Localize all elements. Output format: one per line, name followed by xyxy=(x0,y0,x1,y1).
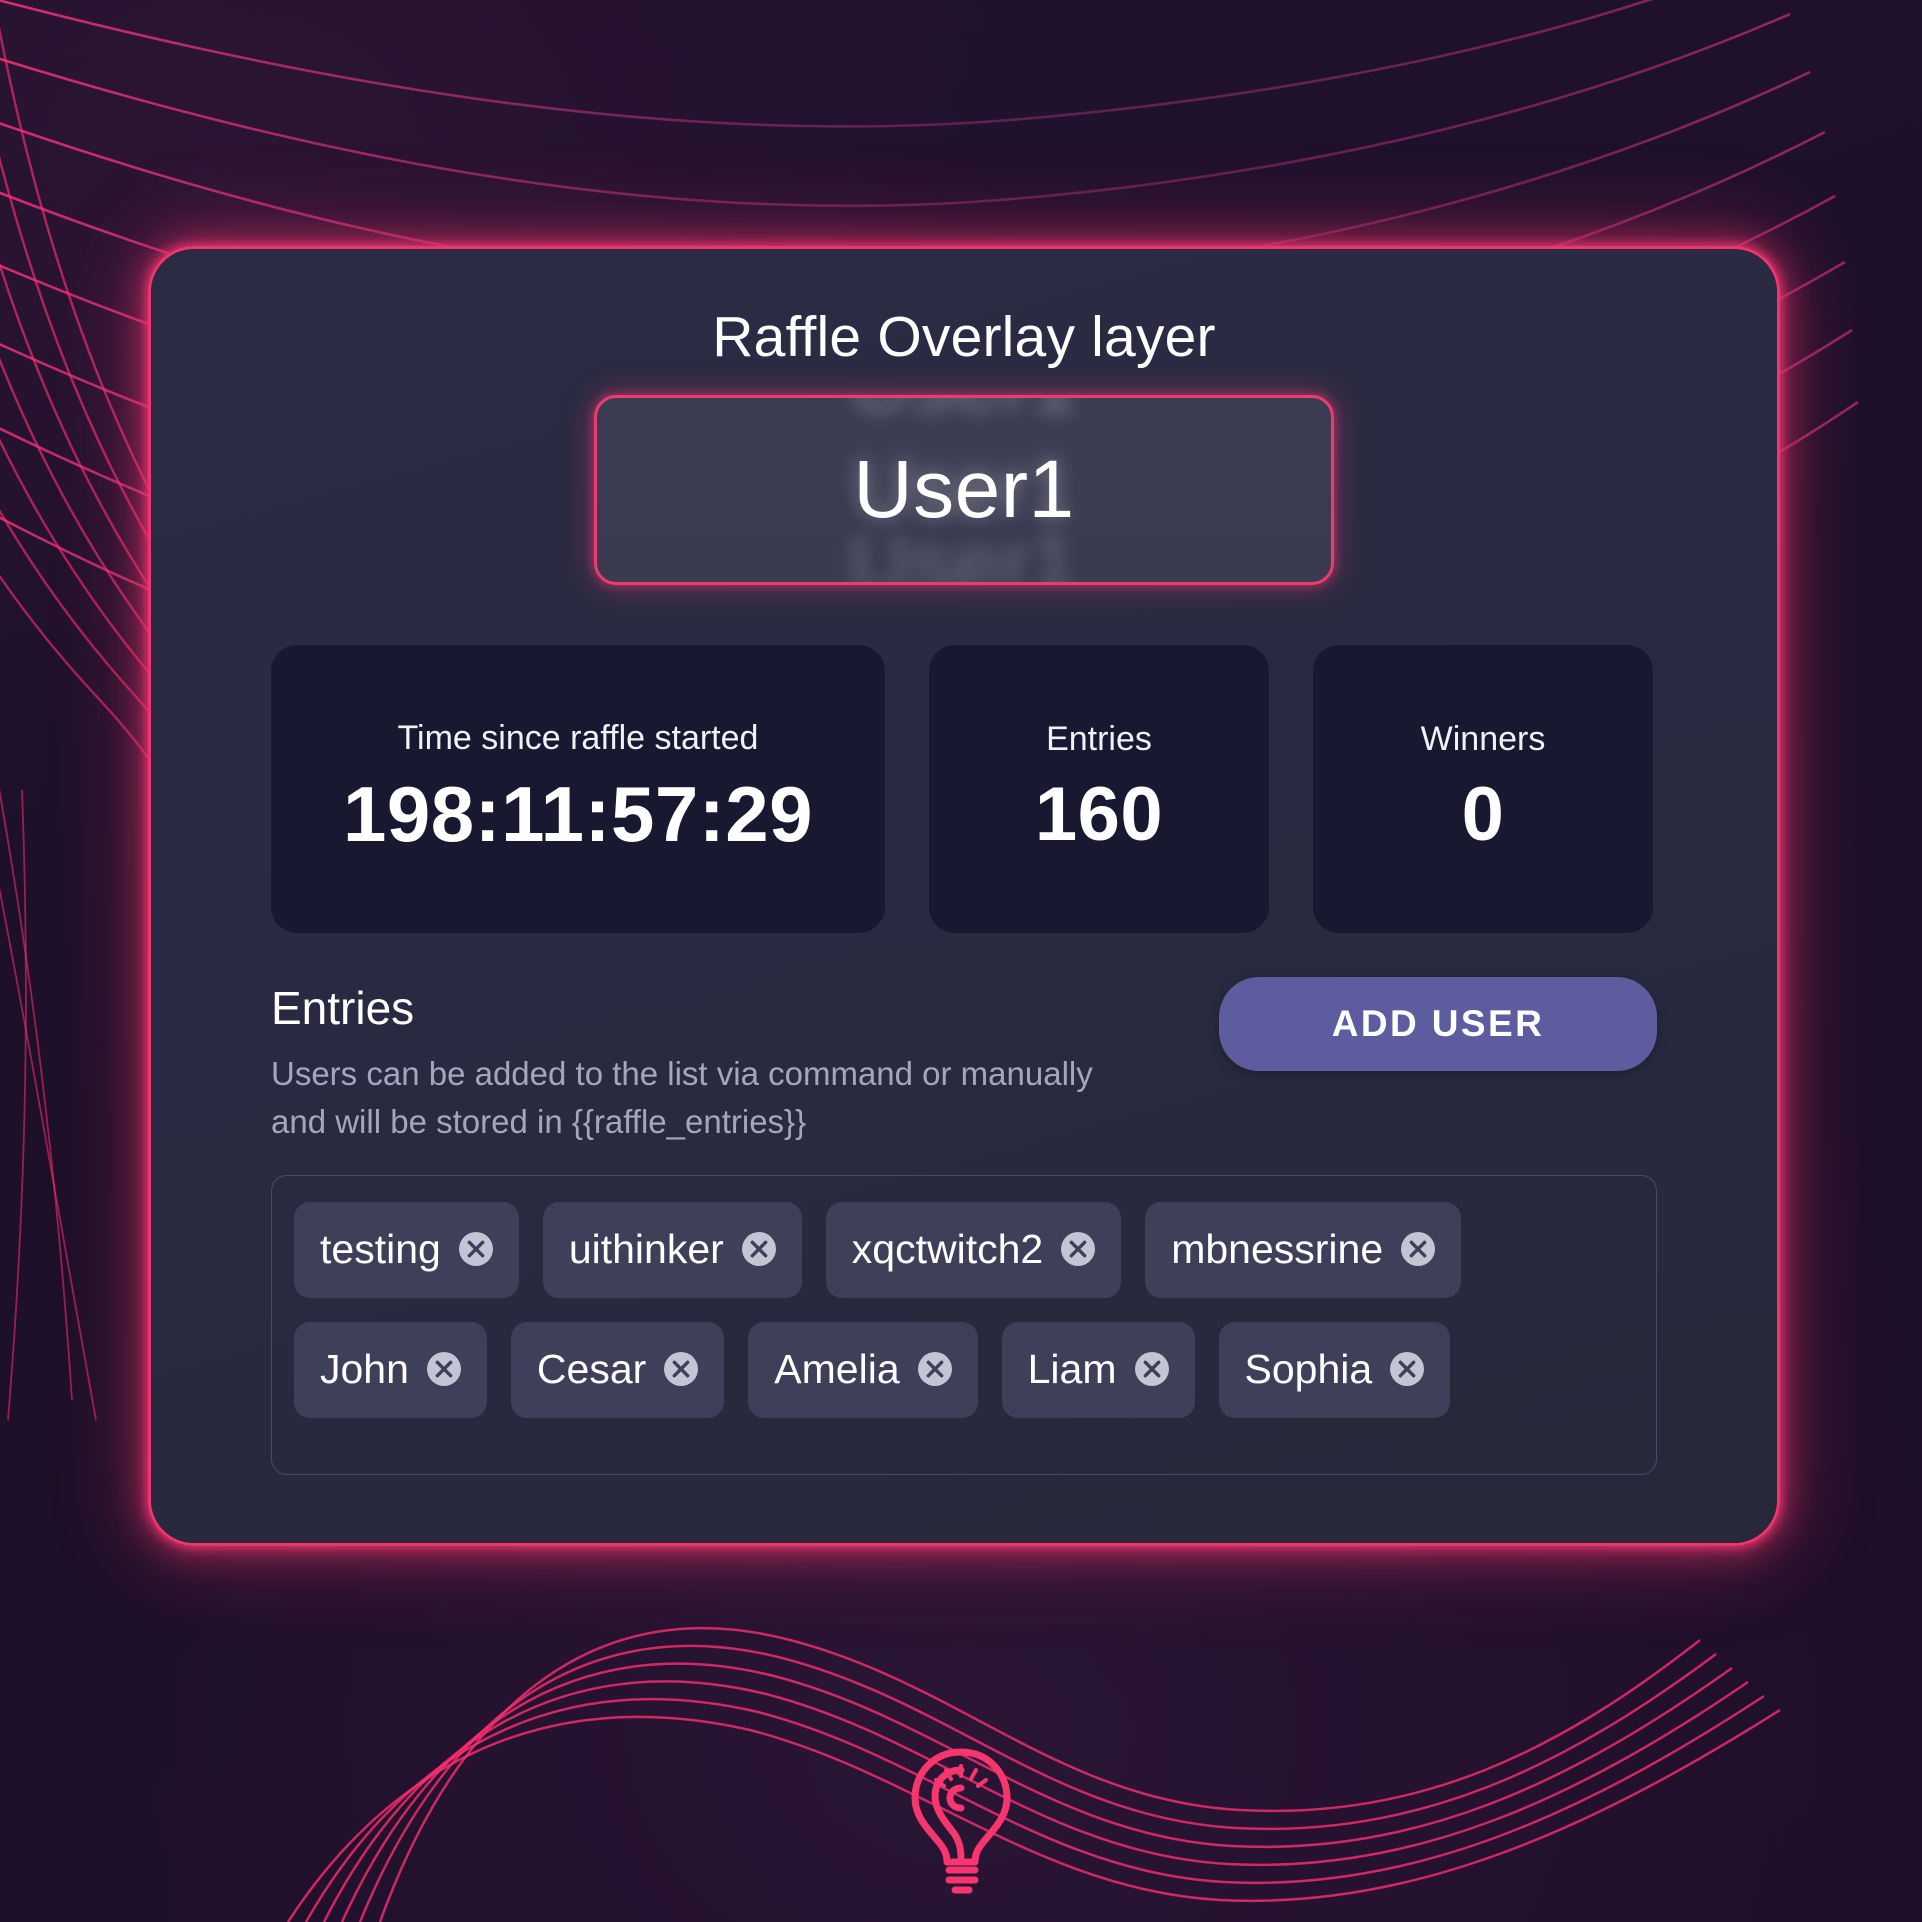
close-circle-icon[interactable] xyxy=(1390,1352,1425,1387)
close-circle-icon[interactable] xyxy=(1401,1232,1436,1267)
entry-chip[interactable]: Cesar xyxy=(510,1322,725,1419)
entry-chip-label: uithinker xyxy=(568,1225,724,1272)
entry-chip-label: mbnessrine xyxy=(1171,1225,1384,1272)
add-user-button[interactable]: ADD USER xyxy=(1219,976,1657,1071)
entry-chip-label: Sophia xyxy=(1244,1345,1373,1392)
lightbulb-icon xyxy=(903,1748,1019,1898)
entry-chip-label: Liam xyxy=(1027,1345,1117,1392)
chip-row-1: testing uithinker xqctwitch2 mbnessrine xyxy=(294,1202,1634,1299)
raffle-overlay-card: Raffle Overlay layer User1 User1 User1 U… xyxy=(148,246,1780,1546)
entries-chip-list: testing uithinker xqctwitch2 mbnessrine … xyxy=(271,1175,1657,1476)
close-circle-icon[interactable] xyxy=(1061,1232,1096,1267)
stat-label: Entries xyxy=(1046,720,1152,759)
stat-card-winners: Winners 0 xyxy=(1313,644,1653,933)
entry-chip-label: Amelia xyxy=(774,1345,900,1392)
entry-chip[interactable]: John xyxy=(294,1322,487,1419)
stat-label: Winners xyxy=(1420,720,1546,759)
close-circle-icon[interactable] xyxy=(426,1352,461,1387)
entry-chip[interactable]: uithinker xyxy=(542,1202,802,1299)
entry-chip[interactable]: testing xyxy=(294,1202,519,1299)
entry-chip[interactable]: xqctwitch2 xyxy=(825,1202,1122,1299)
entry-chip[interactable]: Liam xyxy=(1001,1322,1195,1419)
page-title: Raffle Overlay layer xyxy=(712,305,1216,369)
entries-description: Users can be added to the list via comma… xyxy=(271,1054,1093,1140)
stat-card-entries: Entries 160 xyxy=(929,644,1269,933)
close-circle-icon[interactable] xyxy=(1134,1352,1169,1387)
entry-chip[interactable]: mbnessrine xyxy=(1145,1202,1462,1299)
close-circle-icon[interactable] xyxy=(741,1232,776,1267)
winner-spinner-display: User1 User1 User1 User1 xyxy=(594,394,1334,585)
stat-value: 198:11:57:29 xyxy=(342,770,814,859)
spinner-ghost-top: User1 xyxy=(597,398,1331,431)
close-circle-icon[interactable] xyxy=(458,1232,493,1267)
entry-chip-label: testing xyxy=(320,1225,441,1272)
close-circle-icon[interactable] xyxy=(664,1352,699,1387)
close-circle-icon[interactable] xyxy=(917,1352,952,1387)
stat-label: Time since raffle started xyxy=(397,719,759,758)
current-winner-name: User1 xyxy=(853,443,1075,535)
entry-chip[interactable]: Sophia xyxy=(1218,1322,1451,1419)
stat-value: 160 xyxy=(1034,772,1164,858)
chip-row-2: John Cesar Amelia Liam Sophia xyxy=(294,1322,1634,1419)
entry-chip-label: John xyxy=(320,1345,409,1392)
entry-chip[interactable]: Amelia xyxy=(748,1322,978,1419)
entry-chip-label: Cesar xyxy=(536,1345,647,1392)
page-root: Raffle Overlay layer User1 User1 User1 U… xyxy=(0,0,1922,1922)
entries-section-header: Entries Users can be added to the list v… xyxy=(271,976,1657,1146)
stats-row: Time since raffle started 198:11:57:29 E… xyxy=(271,644,1657,933)
entries-header-text: Entries Users can be added to the list v… xyxy=(271,977,1151,1146)
entries-title: Entries xyxy=(271,981,415,1034)
entry-chip-label: xqctwitch2 xyxy=(851,1225,1044,1272)
stat-card-time-since-raffle-started: Time since raffle started 198:11:57:29 xyxy=(271,644,885,933)
stat-value: 0 xyxy=(1461,772,1505,858)
card-body: Raffle Overlay layer User1 User1 User1 U… xyxy=(151,249,1777,1543)
